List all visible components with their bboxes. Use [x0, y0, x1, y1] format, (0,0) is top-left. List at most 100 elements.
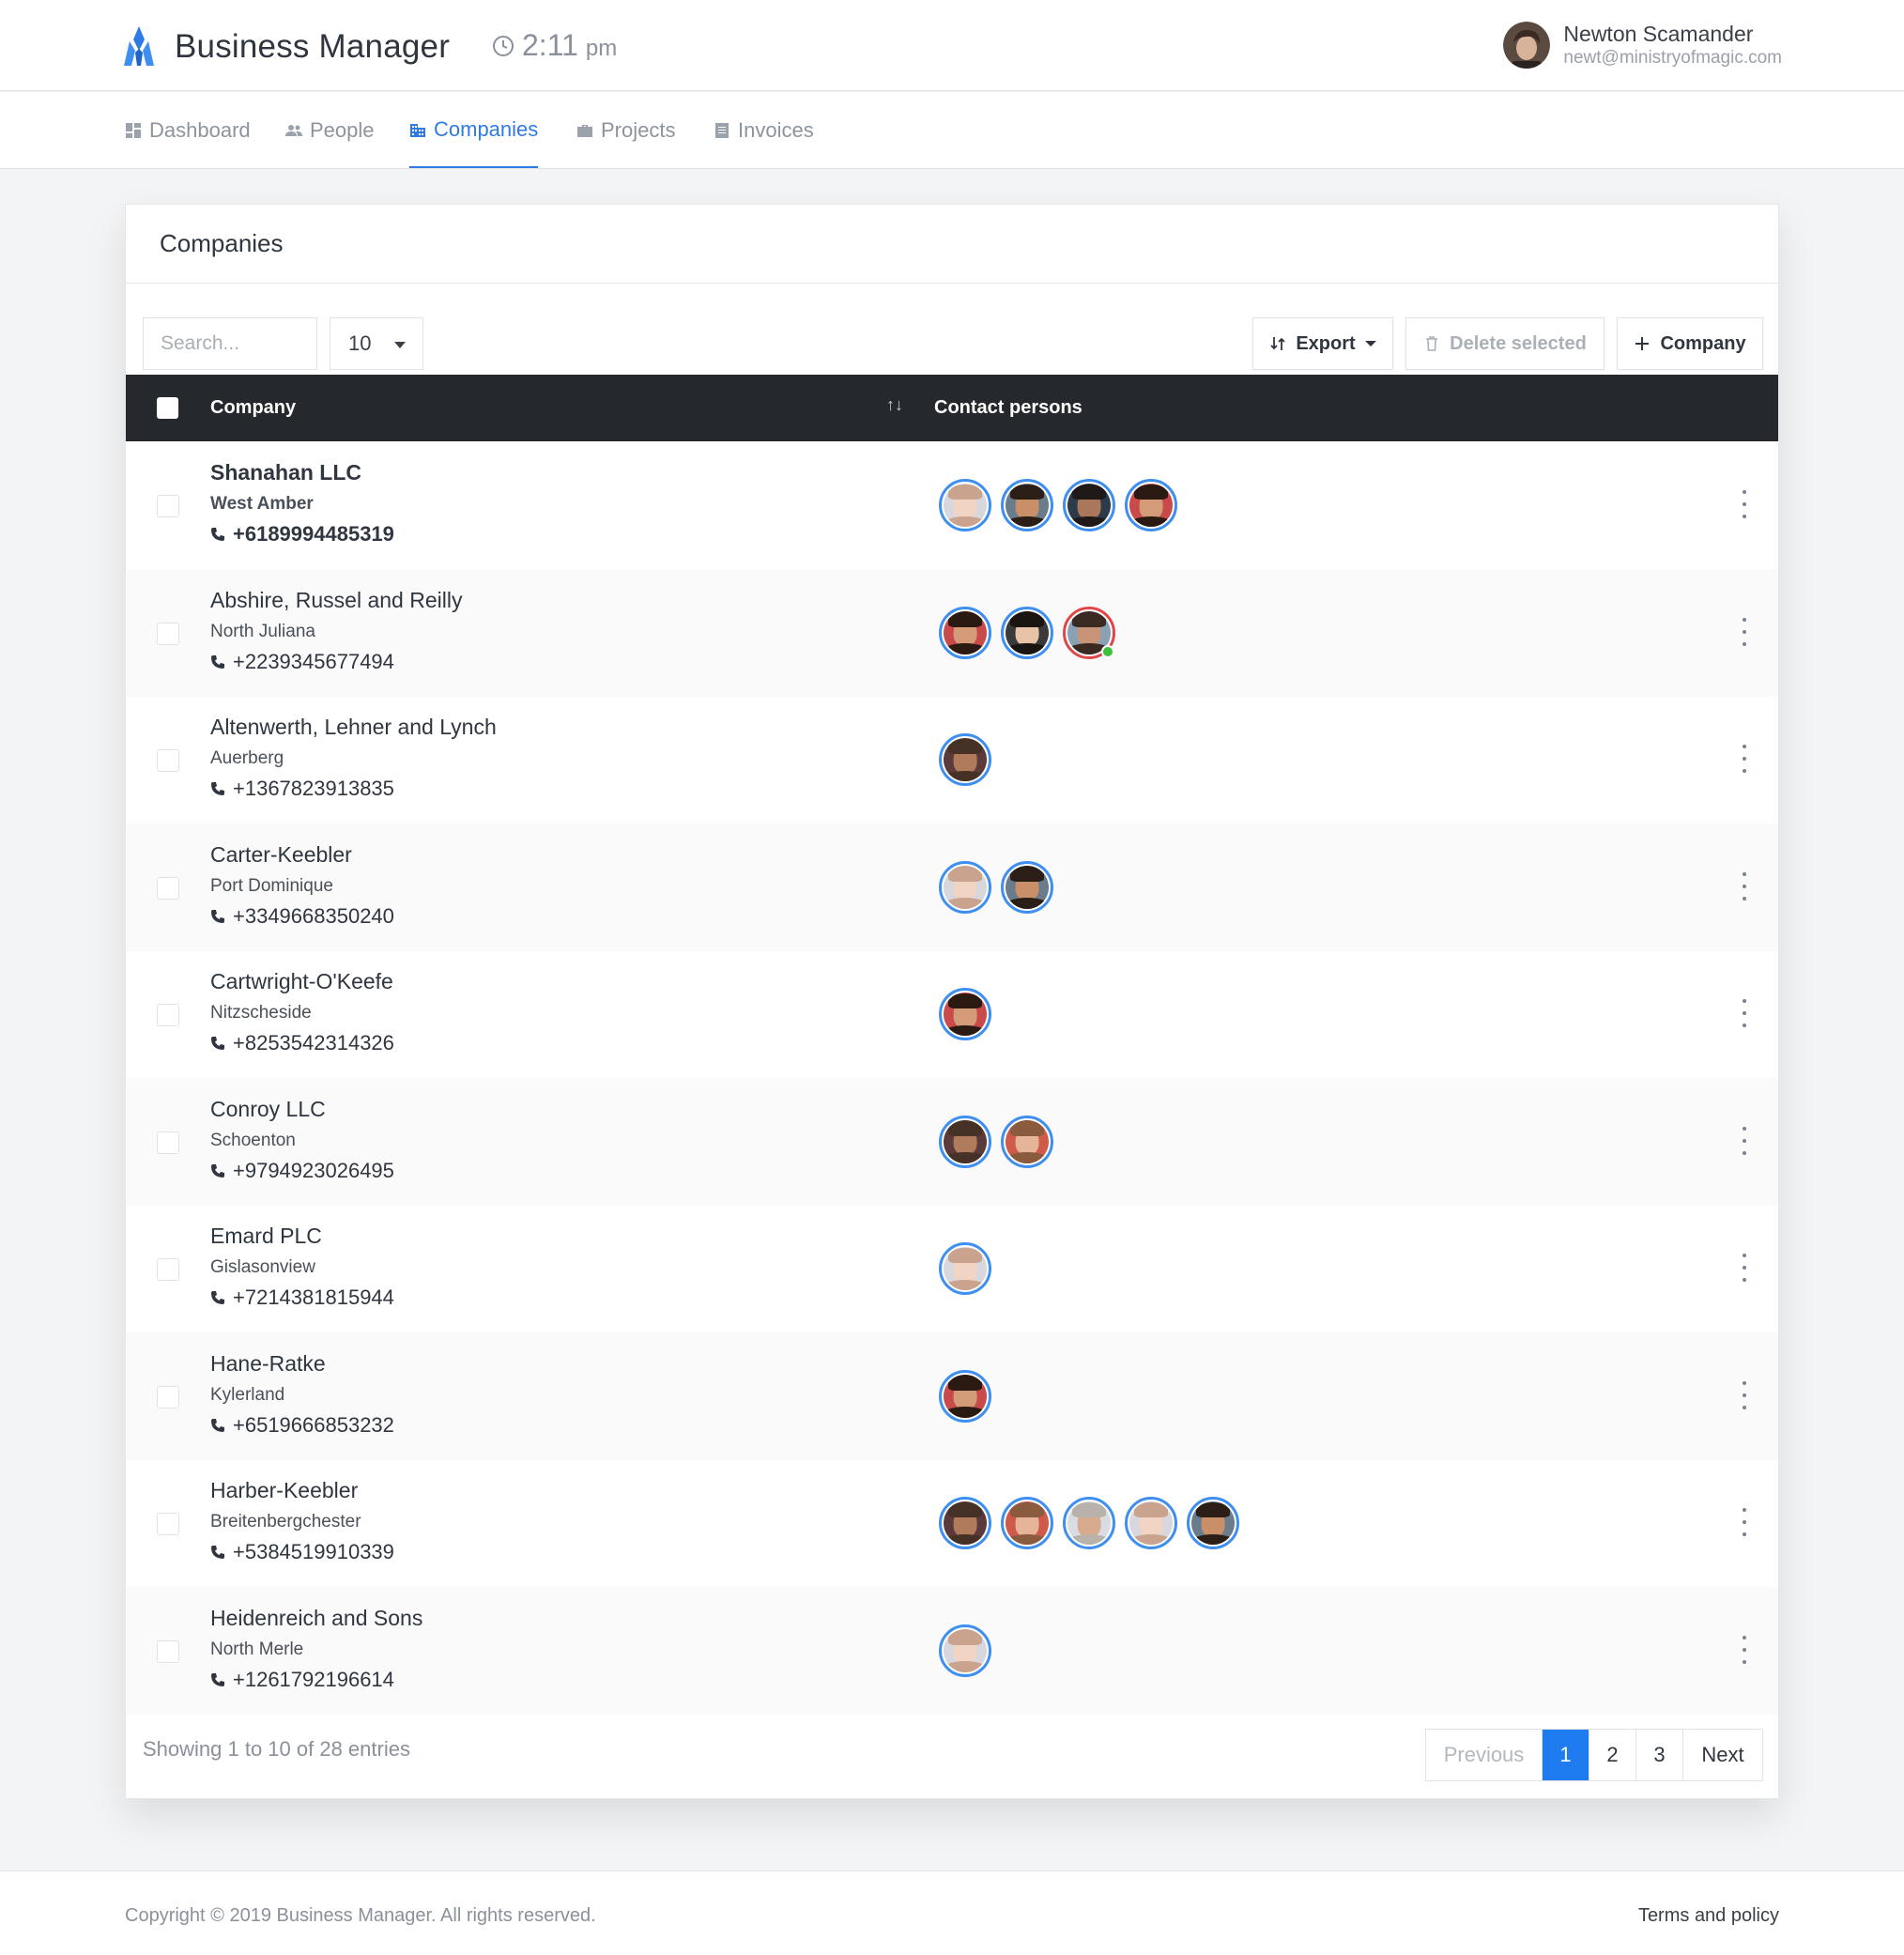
company-name[interactable]: Conroy LLC [210, 1097, 326, 1122]
table-row[interactable]: Altenwerth, Lehner and Lynch Auerberg +136… [126, 696, 1778, 824]
avatar[interactable] [1187, 1497, 1239, 1549]
row-checkbox[interactable] [157, 1131, 179, 1154]
company-name[interactable]: Abshire, Russel and Reilly [210, 588, 462, 613]
more-options-icon[interactable] [1741, 871, 1748, 901]
phone-icon [211, 1672, 224, 1686]
avatar[interactable] [1063, 606, 1115, 659]
company-name[interactable]: Cartwright-O'Keefe [210, 969, 393, 994]
company-name[interactable]: Harber-Keebler [210, 1478, 358, 1503]
tab-invoices[interactable]: Invoices [714, 92, 814, 168]
avatar[interactable] [1503, 22, 1551, 69]
avatar[interactable] [1001, 606, 1053, 659]
company-phone: +8253542314326 [210, 1031, 394, 1055]
user-menu[interactable]: Newton Scamander newt@ministryofmagic.co… [1503, 21, 1782, 69]
avatar[interactable] [1063, 479, 1115, 531]
table-row[interactable]: Conroy LLC Schoenton +9794923026495 [126, 1077, 1778, 1206]
more-options-icon[interactable] [1741, 1126, 1748, 1155]
avatar[interactable] [1001, 479, 1053, 531]
avatar[interactable] [1001, 1497, 1053, 1549]
page-3-button[interactable]: 3 [1636, 1730, 1683, 1780]
company-city: Nitzscheside [210, 1003, 312, 1023]
avatar[interactable] [939, 1369, 991, 1423]
page-size-select[interactable]: 10 [330, 317, 423, 370]
row-checkbox[interactable] [157, 495, 179, 517]
avatar[interactable] [939, 479, 991, 531]
copyright: Copyright © 2019 Business Manager. All r… [125, 1905, 596, 1926]
company-phone: +5384519910339 [210, 1540, 394, 1564]
avatar[interactable] [939, 1624, 991, 1677]
company-name[interactable]: Hane-Ratke [210, 1351, 326, 1377]
avatar[interactable] [1125, 1497, 1177, 1549]
company-name[interactable]: Shanahan LLC [210, 460, 361, 485]
more-options-icon[interactable] [1741, 617, 1748, 646]
more-options-icon[interactable] [1741, 999, 1748, 1027]
previous-page-button[interactable]: Previous [1426, 1730, 1543, 1780]
phone-number: +5384519910339 [233, 1540, 394, 1563]
company-phone: +1367823913835 [210, 777, 394, 801]
tab-people[interactable]: People [285, 92, 375, 168]
row-checkbox[interactable] [157, 1004, 179, 1026]
next-page-button[interactable]: Next [1683, 1730, 1762, 1780]
sort-icon[interactable]: ↑↓ [886, 395, 903, 415]
company-phone: +7214381815944 [210, 1285, 394, 1310]
more-options-icon[interactable] [1741, 1380, 1748, 1409]
company-phone: +6519666853232 [210, 1413, 394, 1438]
avatar[interactable] [939, 1242, 991, 1295]
column-header-company[interactable]: Company [210, 397, 296, 419]
avatar[interactable] [939, 733, 991, 786]
add-label: Company [1660, 332, 1746, 354]
table-row[interactable]: Emard PLC Gislasonview +7214381815944 [126, 1205, 1778, 1332]
avatar[interactable] [939, 1115, 991, 1168]
row-checkbox[interactable] [157, 749, 179, 772]
avatar[interactable] [939, 606, 991, 659]
row-checkbox[interactable] [157, 1639, 179, 1663]
row-checkbox[interactable] [157, 1258, 179, 1281]
more-options-icon[interactable] [1741, 1508, 1748, 1536]
company-name[interactable]: Carter-Keebler [210, 842, 352, 868]
more-options-icon[interactable] [1741, 490, 1748, 518]
select-all-checkbox[interactable] [157, 397, 178, 419]
avatar[interactable] [939, 988, 991, 1040]
export-button[interactable]: Export [1252, 317, 1393, 370]
avatar[interactable] [1125, 479, 1177, 531]
page-1-button[interactable]: 1 [1543, 1730, 1589, 1780]
table-row[interactable]: Heidenreich and Sons North Merle +12617921… [126, 1586, 1778, 1715]
table-row[interactable]: Carter-Keebler Port Dominique +33496683502… [126, 823, 1778, 951]
company-name[interactable]: Heidenreich and Sons [210, 1606, 422, 1631]
table-row[interactable]: Cartwright-O'Keefe Nitzscheside +825354231… [126, 950, 1778, 1078]
table-row[interactable]: Harber-Keebler Breitenbergchester +5384519… [126, 1459, 1778, 1587]
contact-avatars [939, 606, 1125, 659]
more-options-icon[interactable] [1741, 1635, 1748, 1664]
company-name[interactable]: Emard PLC [210, 1224, 322, 1249]
table-row[interactable]: Abshire, Russel and Reilly North Juliana +… [126, 568, 1778, 697]
table-row[interactable]: Hane-Ratke Kylerland +6519666853232 [126, 1332, 1778, 1460]
brand[interactable]: Business Manager [122, 26, 450, 68]
contact-avatars [939, 860, 1063, 914]
avatar[interactable] [1001, 1115, 1053, 1168]
terms-link[interactable]: Terms and policy [1638, 1905, 1779, 1927]
row-checkbox[interactable] [157, 1513, 179, 1535]
phone-icon [211, 1291, 224, 1304]
more-options-icon[interactable] [1741, 745, 1748, 773]
company-name[interactable]: Altenwerth, Lehner and Lynch [210, 715, 497, 740]
row-checkbox[interactable] [157, 1385, 179, 1409]
delete-selected-button[interactable]: Delete selected [1405, 317, 1605, 370]
avatar[interactable] [939, 860, 991, 914]
row-checkbox[interactable] [157, 622, 179, 645]
row-checkbox[interactable] [157, 876, 179, 900]
search-input[interactable] [143, 317, 317, 370]
more-options-icon[interactable] [1741, 1254, 1748, 1282]
avatar[interactable] [1001, 860, 1053, 914]
phone-icon [211, 1546, 224, 1559]
phone-icon [211, 782, 224, 795]
avatar[interactable] [939, 1497, 991, 1549]
tab-label: Companies [434, 116, 539, 141]
add-company-button[interactable]: Company [1617, 317, 1763, 370]
table-row[interactable]: Shanahan LLC West Amber +6189994485319 [126, 441, 1778, 569]
tab-dashboard[interactable]: Dashboard [125, 92, 251, 168]
clock: 2:11 pm [492, 28, 617, 63]
tab-companies[interactable]: Companies [409, 92, 539, 168]
tab-projects[interactable]: Projects [576, 92, 675, 168]
avatar[interactable] [1063, 1497, 1115, 1549]
page-2-button[interactable]: 2 [1589, 1730, 1636, 1780]
